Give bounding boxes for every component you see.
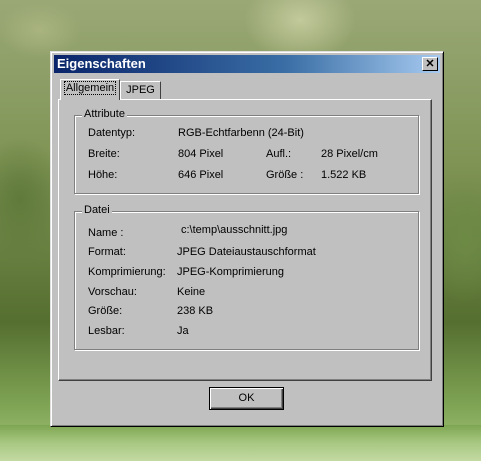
tab-allgemein-label: Allgemein [63,81,117,95]
format-value: JPEG Dateiaustauschformat [177,246,316,258]
hoehe-label: Höhe: [88,169,118,181]
aufl-label: Aufl.: [266,148,292,160]
format-label: Format: [88,246,126,258]
datentyp-value: RGB-Echtfarbenn (24-Bit) [178,127,304,139]
groesse-label: Größe : [266,169,304,181]
groesse-value: 1.522 KB [321,169,367,181]
groesse-datei-value: 238 KB [177,305,214,317]
datei-group-legend: Datei [82,204,112,216]
breite-label: Breite: [88,148,120,160]
ok-button[interactable]: OK [209,387,284,410]
datei-group: Datei Name : c:\temp\ausschnitt.jpg Form… [74,204,419,350]
window-title: Eigenschaften [57,56,146,71]
attribute-group: Attribute Datentyp: RGB-Echtfarbenn (24-… [74,108,419,194]
aufl-value: 28 Pixel/cm [321,148,378,160]
name-value: c:\temp\ausschnitt.jpg [181,224,288,236]
lesbar-label: Lesbar: [88,325,125,337]
close-button[interactable]: ✕ [422,57,438,71]
tab-jpeg-label: JPEG [126,84,155,96]
title-bar[interactable]: Eigenschaften ✕ [54,55,440,73]
attribute-group-legend: Attribute [82,108,127,120]
vorschau-value: Keine [177,286,206,298]
hoehe-value: 646 Pixel [178,169,224,181]
tab-allgemein[interactable]: Allgemein [60,79,120,100]
lesbar-value: Ja [177,325,189,337]
komprimierung-label: Komprimierung: [88,266,166,278]
tab-panel-allgemein: Attribute Datentyp: RGB-Echtfarbenn (24-… [58,99,432,381]
name-label: Name : [88,227,124,239]
tab-jpeg[interactable]: JPEG [120,81,161,100]
groesse-datei-label: Größe: [88,305,123,317]
close-icon: ✕ [425,58,435,70]
properties-dialog: Eigenschaften ✕ Allgemein JPEG Attribute… [50,51,444,427]
breite-value: 804 Pixel [178,148,224,160]
komprimierung-value: JPEG-Komprimierung [177,266,284,278]
vorschau-label: Vorschau: [88,286,137,298]
datentyp-label: Datentyp: [88,127,136,139]
desktop-background-grass [0,425,481,461]
